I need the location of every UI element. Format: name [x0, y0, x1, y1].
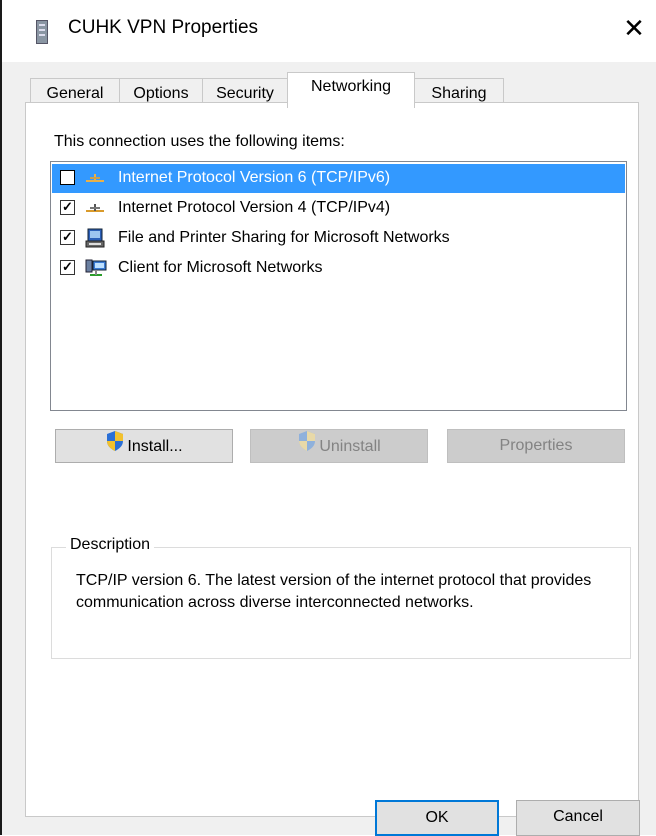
item-checkbox[interactable]: ✓: [60, 200, 75, 215]
item-checkbox[interactable]: ✓: [60, 260, 75, 275]
title-bar[interactable]: CUHK VPN Properties ✕: [2, 0, 656, 62]
tab-networking[interactable]: Networking: [287, 72, 415, 108]
components-list[interactable]: Internet Protocol Version 6 (TCP/IPv6) ✓…: [50, 161, 627, 411]
description-groupbox: Description TCP/IP version 6. The latest…: [51, 536, 631, 659]
close-icon[interactable]: ✕: [616, 10, 652, 46]
description-text: TCP/IP version 6. The latest version of …: [76, 572, 592, 611]
item-label: Internet Protocol Version 4 (TCP/IPv4): [118, 199, 391, 216]
network-client-icon: [84, 258, 108, 278]
uninstall-button-label: Uninstall: [319, 438, 381, 456]
description-legend: Description: [66, 536, 155, 554]
network-protocol-icon: [84, 198, 108, 218]
item-label: Internet Protocol Version 6 (TCP/IPv6): [118, 169, 391, 186]
networking-panel: This connection uses the following items…: [25, 102, 639, 817]
properties-button[interactable]: Properties: [447, 429, 625, 463]
install-button[interactable]: Install...: [55, 429, 233, 463]
shield-icon: [105, 430, 125, 464]
shield-icon: [297, 430, 317, 464]
list-item[interactable]: Internet Protocol Version 6 (TCP/IPv6): [52, 164, 625, 193]
item-checkbox[interactable]: ✓: [60, 230, 75, 245]
item-checkbox[interactable]: [60, 170, 75, 185]
window-title: CUHK VPN Properties: [68, 17, 259, 38]
item-label: Client for Microsoft Networks: [118, 259, 323, 276]
uninstall-button[interactable]: Uninstall: [250, 429, 428, 463]
cancel-button[interactable]: Cancel: [516, 800, 640, 836]
item-label: File and Printer Sharing for Microsoft N…: [118, 229, 450, 246]
properties-window: CUHK VPN Properties ✕ General Options Se…: [0, 0, 656, 836]
dialog-body: General Options Security Networking Shar…: [2, 62, 656, 836]
printer-sharing-icon: [84, 228, 108, 248]
list-item[interactable]: ✓ File and Printer Sharing for Microsoft…: [52, 224, 625, 253]
list-item[interactable]: ✓ Internet Protocol Version 4 (TCP/IPv4): [52, 194, 625, 223]
ok-button[interactable]: OK: [375, 800, 499, 836]
install-button-label: Install...: [127, 438, 183, 456]
network-protocol-icon: [84, 168, 108, 188]
vpn-connection-icon: [36, 20, 48, 44]
list-item[interactable]: ✓ Client for Microsoft Networks: [52, 254, 625, 283]
items-intro-label: This connection uses the following items…: [54, 133, 345, 150]
